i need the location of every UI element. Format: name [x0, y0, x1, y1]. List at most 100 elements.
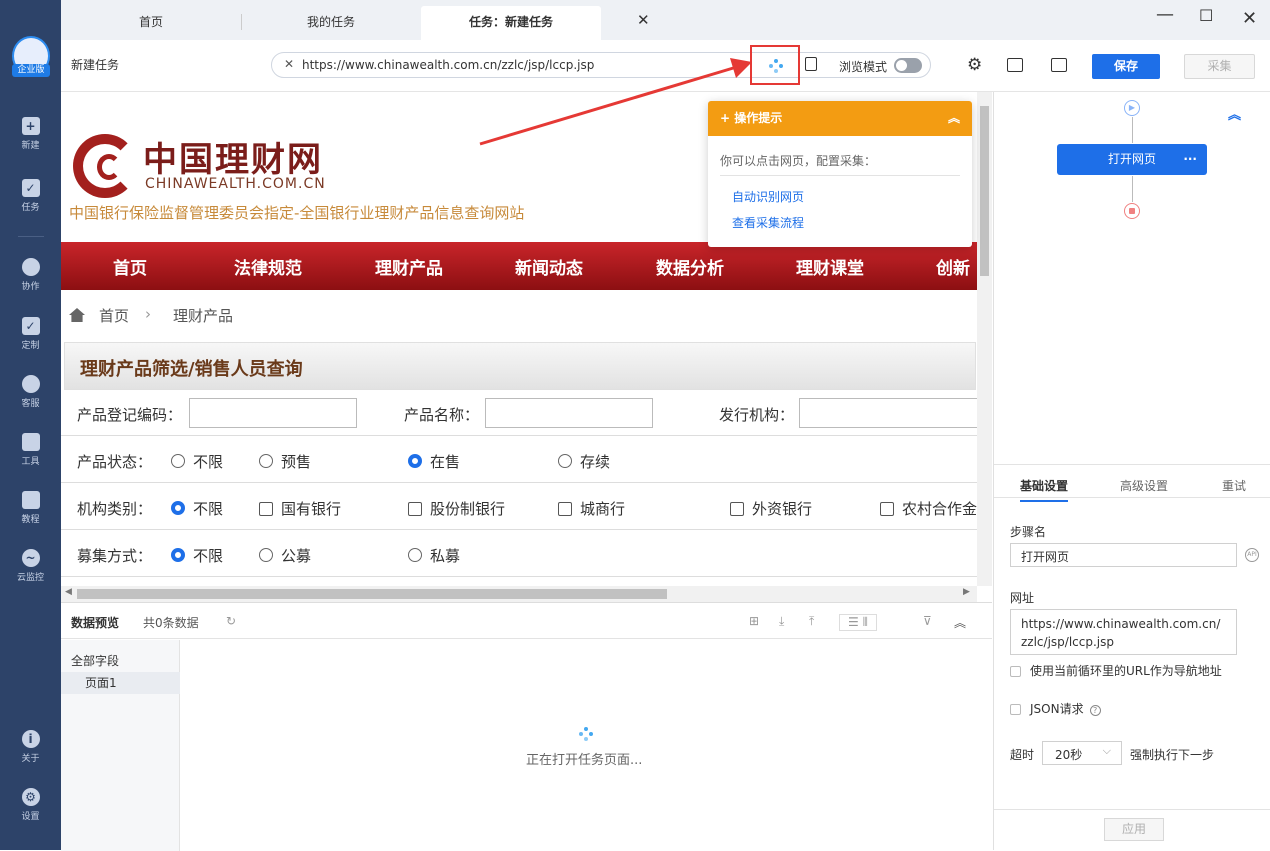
import-icon[interactable]: ⤓	[779, 614, 784, 629]
sidebar-item-tutorial[interactable]: 教程	[0, 491, 61, 525]
horizontal-scroll-thumb[interactable]	[77, 589, 667, 599]
sidebar-item-support[interactable]: 客服	[0, 375, 61, 409]
sidebar-item-about[interactable]: i 关于	[0, 730, 61, 764]
status-option-any[interactable]: 不限	[171, 451, 223, 472]
breadcrumb-home[interactable]: 首页	[99, 305, 129, 326]
tab-bar: 首页 我的任务 任务：新建任务 ✕ — ☐ ✕	[61, 0, 1270, 40]
status-option-existing[interactable]: 存续	[558, 451, 610, 472]
vertical-scrollbar[interactable]	[977, 92, 992, 586]
tab-close-icon[interactable]: ✕	[637, 11, 650, 29]
scroll-right-icon[interactable]: ▶	[963, 587, 970, 597]
site-nav-news[interactable]: 新闻动态	[515, 254, 583, 279]
browse-mode-toggle[interactable]	[894, 58, 922, 73]
step-name-input[interactable]: 打开网页	[1010, 543, 1237, 567]
status-option-presale[interactable]: 预售	[259, 451, 311, 472]
close-window-icon[interactable]: ✕	[1242, 8, 1257, 29]
inst-type-rural[interactable]: 农村合作金	[880, 498, 977, 519]
flow-step-open-page[interactable]: 打开网页 ···	[1057, 144, 1207, 175]
issuer-input[interactable]	[799, 398, 977, 428]
product-name-input[interactable]	[485, 398, 653, 428]
sidebar-item-cloud-monitor[interactable]: ~ 云监控	[0, 549, 61, 583]
graduation-cap-icon	[21, 491, 40, 509]
product-code-input[interactable]	[189, 398, 357, 428]
inst-type-foreign[interactable]: 外资银行	[730, 498, 812, 519]
horizontal-scrollbar[interactable]: ◀ ▶	[61, 586, 977, 602]
collect-button[interactable]: 采集	[1184, 54, 1255, 79]
sidebar-item-new[interactable]: + 新建	[0, 117, 61, 151]
view-flow-link[interactable]: 查看采集流程	[732, 214, 804, 231]
url-label: 网址	[1010, 591, 1035, 605]
url-textarea[interactable]: https://www.chinawealth.com.cn/zzlc/jsp/…	[1010, 609, 1237, 655]
timeout-select[interactable]: 20秒 ⌵	[1042, 741, 1122, 765]
site-nav-products[interactable]: 理财产品	[375, 254, 443, 279]
refresh-icon[interactable]: ↻	[226, 614, 236, 628]
tab-my-tasks[interactable]: 我的任务	[242, 6, 420, 40]
layout-bottom-icon[interactable]	[1007, 58, 1023, 72]
save-button[interactable]: 保存	[1092, 54, 1160, 79]
tab-advanced-settings[interactable]: 高级设置	[1120, 477, 1168, 494]
raise-option-public[interactable]: 公募	[259, 545, 311, 566]
auto-detect-link[interactable]: 自动识别网页	[732, 188, 804, 205]
sidebar-item-tools[interactable]: 工具	[0, 433, 61, 467]
sidebar-item-custom[interactable]: ✓ 定制	[0, 317, 61, 351]
url-text[interactable]: https://www.chinawealth.com.cn/zzlc/jsp/…	[302, 58, 594, 72]
inst-type-joint-stock[interactable]: 股份制银行	[408, 498, 505, 519]
sidebar-item-settings[interactable]: ⚙ 设置	[0, 788, 61, 822]
inst-type-state-bank[interactable]: 国有银行	[259, 498, 341, 519]
tip-text: 你可以点击网页，配置采集：	[720, 154, 877, 168]
status-label: 产品状态：	[77, 453, 153, 471]
breadcrumb: 首页 › 理财产品	[61, 300, 977, 332]
filter-icon[interactable]: ⊽	[923, 614, 932, 628]
export-icon[interactable]: ⤒	[809, 614, 814, 629]
vertical-scroll-thumb[interactable]	[980, 106, 989, 276]
site-nav-data[interactable]: 数据分析	[656, 254, 724, 279]
site-nav-home[interactable]: 首页	[113, 254, 147, 279]
product-name-label: 产品名称：	[404, 406, 480, 424]
tab-retry[interactable]: 重试	[1222, 477, 1246, 494]
more-options-icon[interactable]: ···	[1183, 144, 1197, 175]
tip-header: + 操作提示 ︽	[708, 101, 972, 136]
sidebar-item-tasks[interactable]: ✓ 任务	[0, 179, 61, 213]
home-icon[interactable]	[69, 308, 85, 322]
use-loop-url-checkbox[interactable]: 使用当前循环里的URL作为导航地址	[1010, 662, 1222, 679]
help-icon[interactable]: ?	[1089, 705, 1101, 716]
inst-type-city[interactable]: 城商行	[558, 498, 625, 519]
sidebar-item-label: 关于	[21, 754, 40, 764]
url-bar[interactable]: ✕ https://www.chinawealth.com.cn/zzlc/js…	[271, 52, 931, 78]
site-nav-law[interactable]: 法律规范	[234, 254, 302, 279]
tab-new-task[interactable]: 任务：新建任务	[421, 6, 601, 40]
page-edit-icon[interactable]	[805, 57, 817, 71]
chevron-down-icon: ⌵	[1102, 744, 1111, 757]
api-icon[interactable]: API	[1245, 548, 1259, 562]
minimize-icon[interactable]: —	[1156, 4, 1174, 25]
field-tree: 全部字段 页面1	[61, 640, 180, 851]
site-nav-innovation[interactable]: 创新	[936, 254, 970, 279]
add-field-icon[interactable]: ⊞	[749, 614, 759, 628]
maximize-icon[interactable]: ☐	[1199, 6, 1213, 25]
page-1-item[interactable]: 页面1	[61, 672, 180, 694]
scroll-left-icon[interactable]: ◀	[65, 587, 72, 597]
clear-url-icon[interactable]: ✕	[284, 57, 294, 71]
task-icon: ✓	[21, 179, 40, 197]
tab-basic-settings[interactable]: 基础设置	[1020, 477, 1069, 502]
raise-option-private[interactable]: 私募	[408, 545, 460, 566]
collapse-panel-icon[interactable]: ︽	[954, 614, 966, 631]
gear-icon: ⚙	[21, 788, 40, 806]
radio-icon	[558, 454, 572, 468]
raise-option-any[interactable]: 不限	[171, 545, 223, 566]
all-fields-label[interactable]: 全部字段	[71, 652, 119, 669]
tab-home[interactable]: 首页	[61, 6, 241, 40]
collapse-icon[interactable]: ︽	[948, 101, 960, 136]
site-nav-class[interactable]: 理财课堂	[796, 254, 864, 279]
settings-gear-icon[interactable]: ⚙	[967, 55, 982, 75]
collapse-flow-icon[interactable]: ︽	[1228, 104, 1241, 123]
heart-check-icon: ✓	[21, 317, 40, 335]
inst-type-any[interactable]: 不限	[171, 498, 223, 519]
list-view-icon[interactable]: ☰ ⦀	[839, 614, 877, 631]
json-request-checkbox[interactable]: JSON请求?	[1010, 700, 1101, 717]
layout-window-icon[interactable]	[1051, 58, 1067, 72]
apply-button[interactable]: 应用	[1104, 818, 1164, 841]
sidebar-item-collaborate[interactable]: 协作	[0, 258, 61, 292]
status-option-onsale[interactable]: 在售	[408, 451, 460, 472]
headset-icon	[21, 375, 40, 393]
